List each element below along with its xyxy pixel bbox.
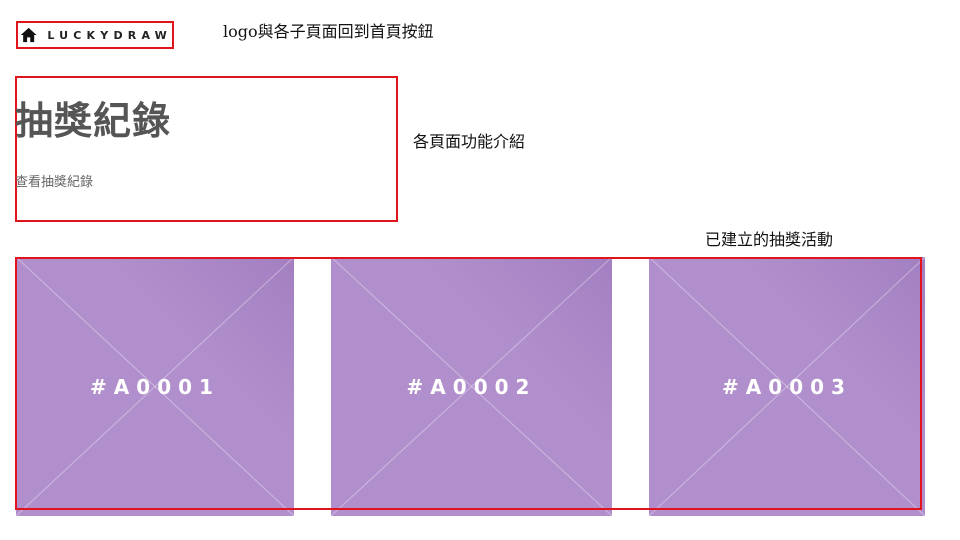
annotation-logo: logo與各子頁面回到首頁按鈕 [223, 22, 434, 41]
annotation-cards: 已建立的抽獎活動 [705, 230, 834, 249]
home-logo-button[interactable]: LUCKYDRAW [16, 21, 174, 49]
activity-card-label: #A0001 [90, 374, 220, 399]
annotation-intro: 各頁面功能介紹 [413, 132, 526, 151]
page-subtitle: 查看抽獎紀錄 [15, 175, 94, 190]
activity-card-label: #A0002 [406, 374, 537, 399]
activity-card[interactable]: #A0001 [16, 257, 294, 516]
activity-card[interactable]: #A0003 [649, 257, 925, 516]
activity-card-label: #A0003 [722, 374, 852, 399]
activity-card[interactable]: #A0002 [331, 257, 612, 516]
page-intro: 抽獎紀錄 查看抽獎紀錄 [15, 76, 398, 222]
logo-text: LUCKYDRAW [47, 28, 172, 42]
home-icon [20, 27, 37, 43]
page-title: 抽獎紀錄 [15, 99, 172, 143]
